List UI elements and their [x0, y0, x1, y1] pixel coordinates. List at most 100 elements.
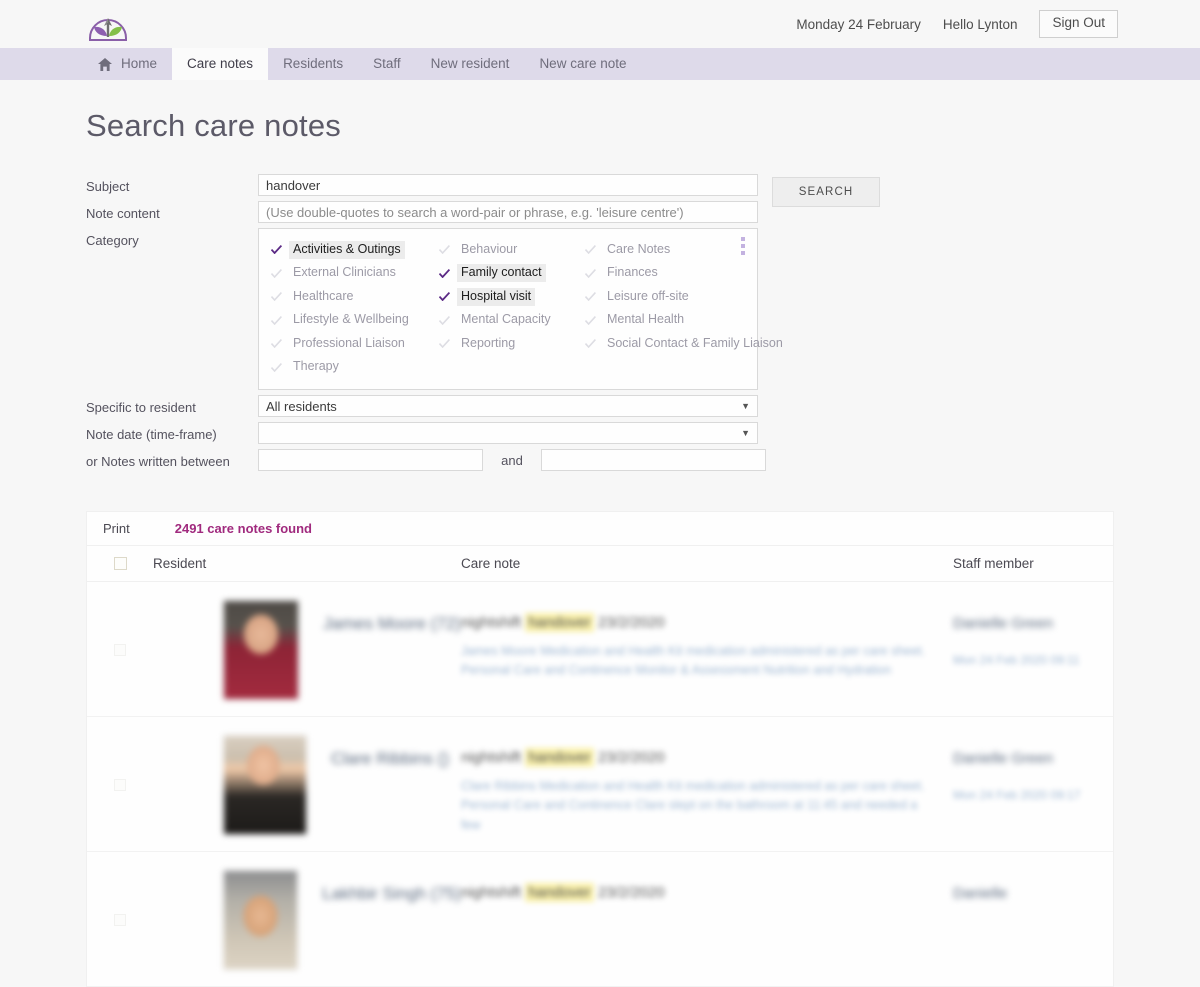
resident-name[interactable]: Clare Ribbins () — [331, 749, 449, 769]
check-icon — [439, 339, 450, 349]
sign-out-button[interactable]: Sign Out — [1039, 10, 1118, 38]
row-checkbox[interactable] — [114, 914, 126, 927]
form-row-specific-resident: Specific to resident All residents ▼ — [86, 395, 1114, 417]
site-logo[interactable] — [86, 4, 130, 44]
row-select-cell — [87, 644, 153, 656]
note-date-select[interactable]: ▼ — [258, 422, 758, 444]
category-activities-outings[interactable]: Activities & Outings — [271, 238, 439, 262]
check-icon — [271, 245, 282, 255]
row-checkbox[interactable] — [114, 644, 126, 656]
care-note-body: Clare Ribbins Medication and Health Kit … — [461, 779, 925, 832]
check-icon — [585, 339, 596, 349]
care-note-title[interactable]: nightshift handover 23/2/2020 — [461, 883, 953, 903]
category-label: Behaviour — [461, 241, 518, 256]
check-icon — [439, 292, 450, 302]
table-row[interactable]: Clare Ribbins () nightshift handover 23/… — [87, 717, 1113, 853]
nav-label-staff: Staff — [373, 56, 401, 72]
row-checkbox[interactable] — [114, 779, 126, 792]
check-icon — [585, 292, 596, 302]
care-note-prefix: nightshift — [461, 614, 522, 631]
staff-cell: Danielle Green Mon 24 Feb 2020 09:11 — [953, 600, 1113, 670]
home-icon — [98, 57, 112, 71]
table-row[interactable]: Lakhbir Singh (75) nightshift handover 2… — [87, 852, 1113, 987]
category-family-contact[interactable]: Family contact — [439, 262, 585, 286]
care-note-title[interactable]: nightshift handover 23/2/2020 — [461, 613, 953, 632]
label-note-date: Note date (time-frame) — [86, 427, 217, 442]
form-row-note-date: Note date (time-frame) ▼ — [86, 422, 1114, 444]
nav-item-home[interactable]: Home — [86, 48, 172, 80]
row-select-cell — [87, 914, 153, 927]
category-finances[interactable]: Finances — [585, 262, 787, 286]
care-note-date: 23/2/2020 — [597, 614, 665, 631]
category-leisure-off-site[interactable]: Leisure off-site — [585, 285, 787, 309]
chevron-down-icon: ▼ — [741, 401, 750, 411]
select-all-cell — [87, 557, 153, 570]
category-mental-capacity[interactable]: Mental Capacity — [439, 309, 585, 333]
resident-name[interactable]: James Moore (72) — [323, 614, 461, 634]
category-healthcare[interactable]: Healthcare — [271, 285, 439, 309]
page-title: Search care notes — [86, 108, 341, 143]
category-label: External Clinicians — [293, 265, 396, 280]
search-button[interactable]: SEARCH — [772, 177, 880, 207]
care-note-highlight: handover — [525, 748, 594, 767]
current-date: Monday 24 February — [796, 16, 921, 32]
category-label: Social Contact & Family Liaison — [607, 335, 783, 350]
category-social-contact-family-liaison[interactable]: Social Contact & Family Liaison — [585, 332, 787, 356]
nav-item-new-resident[interactable]: New resident — [416, 48, 525, 80]
table-row[interactable]: James Moore (72) nightshift handover 23/… — [87, 582, 1113, 717]
resident-cell: Lakhbir Singh (75) — [153, 870, 461, 971]
date-to-input[interactable] — [541, 449, 766, 471]
check-icon — [439, 268, 450, 278]
category-external-clinicians[interactable]: External Clinicians — [271, 262, 439, 286]
care-note-highlight: handover — [525, 613, 594, 632]
user-greeting: Hello Lynton — [942, 16, 1018, 32]
category-label: Activities & Outings — [289, 240, 405, 259]
category-mental-health[interactable]: Mental Health — [585, 309, 787, 333]
results-table-header: Resident Care note Staff member — [87, 546, 1113, 582]
results-panel: Print 2491 care notes found Resident Car… — [86, 511, 1114, 987]
note-content-input[interactable] — [258, 201, 758, 223]
check-icon — [439, 245, 450, 255]
print-button[interactable]: Print — [103, 521, 130, 536]
check-icon — [271, 292, 282, 302]
logo-icon — [89, 18, 127, 41]
category-label: Healthcare — [293, 288, 354, 303]
category-lifestyle-wellbeing[interactable]: Lifestyle & Wellbeing — [271, 309, 439, 333]
category-hospital-visit[interactable]: Hospital visit — [439, 285, 585, 309]
category-label: Reporting — [461, 335, 516, 350]
top-header: Monday 24 February Hello Lynton Sign Out — [0, 0, 1200, 48]
category-reporting[interactable]: Reporting — [439, 332, 585, 356]
label-subject: Subject — [86, 179, 130, 194]
nav-item-residents[interactable]: Residents — [268, 48, 358, 80]
check-icon — [585, 268, 596, 278]
category-care-notes[interactable]: Care Notes — [585, 238, 787, 262]
care-note-body: James Moore Medication and Health Kit me… — [461, 644, 926, 678]
care-note-prefix: nightshift — [461, 884, 522, 902]
care-note-cell: nightshift handover 23/2/2020 — [461, 870, 953, 912]
care-note-title[interactable]: nightshift handover 23/2/2020 — [461, 748, 953, 767]
staff-name[interactable]: Danielle Green — [953, 749, 1113, 769]
check-icon — [585, 245, 596, 255]
staff-name[interactable]: Danielle Green — [953, 614, 1113, 634]
category-professional-liaison[interactable]: Professional Liaison — [271, 332, 439, 356]
category-behaviour[interactable]: Behaviour — [439, 238, 585, 262]
nav-item-care-notes[interactable]: Care notes — [172, 48, 269, 80]
check-icon — [439, 315, 450, 325]
kebab-menu-icon[interactable] — [737, 237, 749, 255]
nav-label-residents: Residents — [283, 56, 344, 72]
staff-timestamp: Mon 24 Feb 2020 09:11 — [953, 653, 1080, 668]
category-therapy[interactable]: Therapy — [271, 356, 439, 380]
nav-item-staff[interactable]: Staff — [358, 48, 416, 80]
check-icon — [271, 268, 282, 278]
select-all-checkbox[interactable] — [113, 557, 127, 570]
specific-to-resident-select[interactable]: All residents ▼ — [258, 395, 758, 417]
nav-label-care-notes: Care notes — [187, 56, 254, 72]
category-label: Therapy — [293, 359, 339, 374]
column-header-resident: Resident — [153, 556, 207, 571]
date-from-input[interactable] — [258, 449, 483, 471]
resident-name[interactable]: Lakhbir Singh (75) — [322, 884, 461, 904]
column-header-care-note: Care note — [461, 556, 521, 571]
staff-name[interactable]: Danielle — [953, 884, 1113, 904]
subject-input[interactable] — [258, 174, 758, 196]
nav-item-new-care-note[interactable]: New care note — [524, 48, 641, 80]
